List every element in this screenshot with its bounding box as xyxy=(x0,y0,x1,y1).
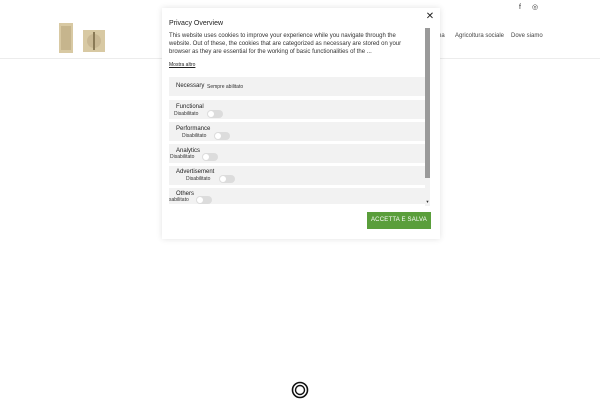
performance-toggle[interactable] xyxy=(214,132,230,140)
logo[interactable] xyxy=(57,20,107,55)
functional-toggle[interactable] xyxy=(207,110,223,118)
modal-description: This website uses cookies to improve you… xyxy=(169,33,402,55)
category-performance[interactable]: Performance Disabilitato xyxy=(169,122,425,141)
accept-and-save-button[interactable]: ACCETTA E SALVA xyxy=(367,212,431,229)
modal-title: Privacy Overview xyxy=(169,20,224,27)
category-status: Disabilitato xyxy=(182,133,207,139)
category-status: Sempre abilitato xyxy=(207,84,244,90)
category-status: Disabilitato xyxy=(174,111,199,117)
category-functional[interactable]: Functional Disabilitato xyxy=(169,100,425,119)
category-name: Functional xyxy=(176,104,204,110)
others-toggle[interactable] xyxy=(196,196,212,204)
scrollbar-thumb[interactable] xyxy=(425,28,430,178)
category-necessary[interactable]: Necessary Sempre abilitato xyxy=(169,77,425,96)
category-status: Disabilitato xyxy=(186,176,211,182)
nav-item-dove-siamo[interactable]: Dove siamo xyxy=(511,33,543,39)
category-status: Disabilitato xyxy=(170,154,195,160)
nav-item-agricoltura-sociale[interactable]: Agricoltura sociale xyxy=(455,33,504,39)
analytics-toggle[interactable] xyxy=(202,153,218,161)
category-advertisement[interactable]: Advertisement Disabilitato xyxy=(169,166,425,185)
category-name: Advertisement xyxy=(176,169,215,175)
show-more-link[interactable]: Mostra altro xyxy=(169,62,195,68)
advertisement-toggle[interactable] xyxy=(219,175,235,183)
category-name: Performance xyxy=(176,126,211,132)
category-others[interactable]: Others sabilitato xyxy=(169,188,425,204)
scroll-down-arrow[interactable]: ▼ xyxy=(425,199,430,204)
facebook-icon[interactable]: f xyxy=(515,4,525,12)
loading-spinner-icon xyxy=(291,381,309,399)
page: f ◎ na Agricoltura sociale Dove siamo Pr… xyxy=(0,0,600,400)
category-analytics[interactable]: Analytics Disabilitato xyxy=(169,144,425,163)
close-button[interactable]: ✕ xyxy=(425,12,435,22)
category-status: sabilitato xyxy=(169,197,189,203)
instagram-icon[interactable]: ◎ xyxy=(530,4,540,12)
category-name: Necessary xyxy=(176,83,205,89)
